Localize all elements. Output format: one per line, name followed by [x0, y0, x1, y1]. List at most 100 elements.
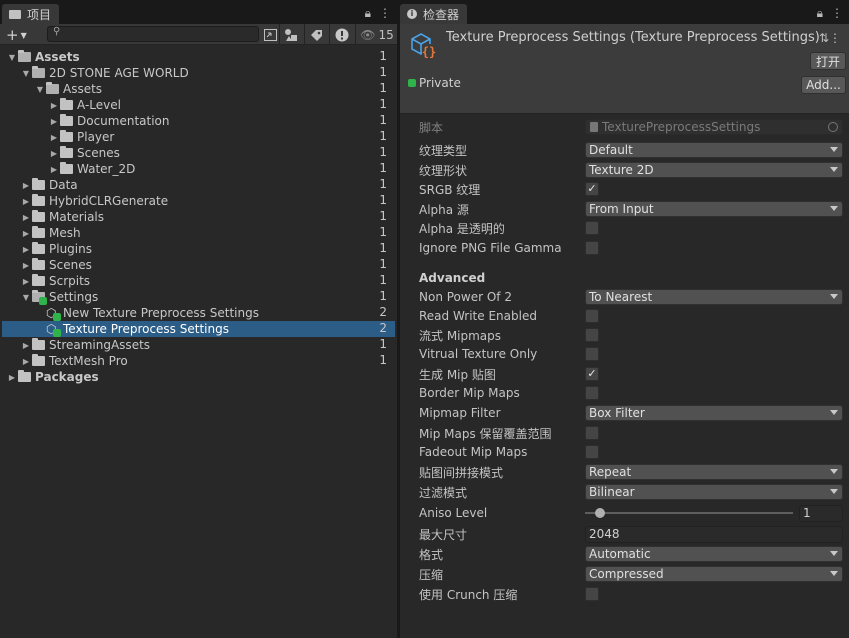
property-label: 纹理形状: [419, 163, 468, 178]
collapsed-arrow-icon[interactable]: ▶: [20, 229, 32, 238]
visibility-count[interactable]: 👁︎ 15: [359, 25, 395, 44]
property-checkbox[interactable]: [585, 347, 599, 361]
project-tab[interactable]: 项目: [2, 4, 60, 24]
tree-folder-item[interactable]: ▼ Settings 1: [2, 289, 395, 305]
search-input[interactable]: ⚲: [47, 26, 259, 42]
folder-icon: [60, 162, 74, 175]
tree-item-count: 1: [379, 337, 387, 351]
prop-2-row: SRGB 纹理 ✓: [419, 180, 843, 198]
property-checkbox[interactable]: ✓: [585, 367, 599, 381]
property-checkbox[interactable]: [585, 241, 599, 255]
filter-by-type-icon[interactable]: [283, 25, 299, 44]
open-button[interactable]: 打开: [810, 52, 846, 70]
tree-folder-item[interactable]: ▶ Scenes 1: [2, 145, 395, 161]
tree-folder-item[interactable]: ▶ Data 1: [2, 177, 395, 193]
property-dropdown[interactable]: Automatic: [585, 546, 843, 562]
add-button[interactable]: Add...: [801, 76, 846, 94]
lock-icon[interactable]: 🔒︎: [365, 6, 371, 21]
script-file-icon: [590, 122, 598, 132]
expanded-arrow-icon[interactable]: ▼: [20, 293, 32, 302]
collapsed-arrow-icon[interactable]: ▶: [48, 133, 60, 142]
label-tag-icon[interactable]: [308, 25, 324, 44]
create-button[interactable]: + ▼: [6, 26, 27, 44]
collapsed-arrow-icon[interactable]: ▶: [48, 117, 60, 126]
collapsed-arrow-icon[interactable]: ▶: [20, 197, 32, 206]
tree-folder-item[interactable]: ▶ Player 1: [2, 129, 395, 145]
property-dropdown[interactable]: Default: [585, 142, 843, 158]
chevron-down-icon: [830, 551, 838, 556]
collapsed-arrow-icon[interactable]: ▶: [20, 341, 32, 350]
prop-7-row: Non Power Of 2 To Nearest: [419, 288, 843, 306]
tree-folder-item[interactable]: ▶ HybridCLRGenerate 1: [2, 193, 395, 209]
tree-folder-item[interactable]: ▶ StreamingAssets 1: [2, 337, 395, 353]
property-dropdown[interactable]: From Input: [585, 201, 843, 217]
slider-value-field[interactable]: 1: [799, 505, 843, 522]
collapsed-arrow-icon[interactable]: ▶: [20, 181, 32, 190]
property-checkbox[interactable]: [585, 426, 599, 440]
collapsed-arrow-icon[interactable]: ▶: [20, 357, 32, 366]
folder-icon: [60, 98, 74, 111]
script-field[interactable]: TexturePreprocessSettings: [585, 119, 843, 135]
property-label: Fadeout Mip Maps: [419, 445, 528, 459]
tree-folder-item[interactable]: ▼ Assets 1: [2, 81, 395, 97]
tree-folder-item[interactable]: ▶ Scenes 1: [2, 257, 395, 273]
collapsed-arrow-icon[interactable]: ▶: [48, 165, 60, 174]
property-text-field[interactable]: 2048: [585, 526, 843, 543]
collapsed-arrow-icon[interactable]: ▶: [48, 101, 60, 110]
tree-folder-item[interactable]: ▶ Mesh 1: [2, 225, 395, 241]
warning-filter-icon[interactable]: [334, 25, 350, 44]
slider-track[interactable]: [585, 512, 793, 514]
settings-sliders-icon[interactable]: ⇅⋮: [819, 31, 841, 45]
tree-folder-item[interactable]: ▶ Plugins 1: [2, 241, 395, 257]
property-label: Aniso Level: [419, 506, 488, 520]
tree-folder-item[interactable]: ▶ A-Level 1: [2, 97, 395, 113]
tree-folder-item[interactable]: ▶ Documentation 1: [2, 113, 395, 129]
prop-10-row: Vitrual Texture Only: [419, 345, 843, 363]
expanded-arrow-icon[interactable]: ▼: [6, 53, 18, 62]
property-label: 纹理类型: [419, 143, 468, 158]
property-dropdown[interactable]: Bilinear: [585, 484, 843, 500]
property-checkbox[interactable]: [585, 328, 599, 342]
collapsed-arrow-icon[interactable]: ▶: [48, 149, 60, 158]
property-dropdown[interactable]: Texture 2D: [585, 162, 843, 178]
tree-asset-item[interactable]: ⬡ Texture Preprocess Settings 2: [2, 321, 395, 337]
folder-icon: [60, 146, 74, 159]
tree-folder-item[interactable]: ▶ TextMesh Pro 1: [2, 353, 395, 369]
property-checkbox[interactable]: [585, 221, 599, 235]
inspector-tab[interactable]: i 检查器: [400, 4, 468, 24]
property-dropdown[interactable]: Compressed: [585, 566, 843, 582]
tree-folder-item[interactable]: ▶ Water_2D 1: [2, 161, 395, 177]
folder-icon: [32, 226, 46, 239]
property-checkbox[interactable]: [585, 309, 599, 323]
tree-item-label: 2D STONE AGE WORLD: [49, 66, 189, 80]
tree-folder-item[interactable]: ▶ Scrpits 1: [2, 273, 395, 289]
property-checkbox[interactable]: [585, 445, 599, 459]
lock-icon[interactable]: 🔒︎: [817, 6, 823, 21]
expanded-arrow-icon[interactable]: ▼: [34, 85, 46, 94]
property-dropdown[interactable]: To Nearest: [585, 289, 843, 305]
search-by-type-icon[interactable]: [262, 25, 278, 44]
property-dropdown[interactable]: Repeat: [585, 464, 843, 480]
tree-asset-item[interactable]: ⬡ New Texture Preprocess Settings 2: [2, 305, 395, 321]
tree-folder-item[interactable]: ▶ Packages: [2, 369, 395, 385]
more-menu-icon[interactable]: ⋮: [831, 6, 843, 21]
expanded-arrow-icon[interactable]: ▼: [20, 69, 32, 78]
collapsed-arrow-icon[interactable]: ▶: [20, 261, 32, 270]
property-checkbox[interactable]: ✓: [585, 182, 599, 196]
property-dropdown[interactable]: Box Filter: [585, 405, 843, 421]
object-picker-icon[interactable]: [828, 122, 838, 132]
tree-folder-item[interactable]: ▼ Assets 1: [2, 49, 395, 65]
property-checkbox[interactable]: [585, 587, 599, 601]
more-menu-icon[interactable]: ⋮: [379, 6, 391, 21]
collapsed-arrow-icon[interactable]: ▶: [6, 373, 18, 382]
property-checkbox[interactable]: [585, 386, 599, 400]
prop-0-row: 纹理类型 Default: [419, 141, 843, 159]
tree-item-count: 1: [379, 289, 387, 303]
tree-folder-item[interactable]: ▼ 2D STONE AGE WORLD 1: [2, 65, 395, 81]
tree-folder-item[interactable]: ▶ Materials 1: [2, 209, 395, 225]
collapsed-arrow-icon[interactable]: ▶: [20, 277, 32, 286]
folder-icon: [32, 178, 46, 191]
slider-handle[interactable]: [595, 508, 605, 518]
collapsed-arrow-icon[interactable]: ▶: [20, 245, 32, 254]
collapsed-arrow-icon[interactable]: ▶: [20, 213, 32, 222]
